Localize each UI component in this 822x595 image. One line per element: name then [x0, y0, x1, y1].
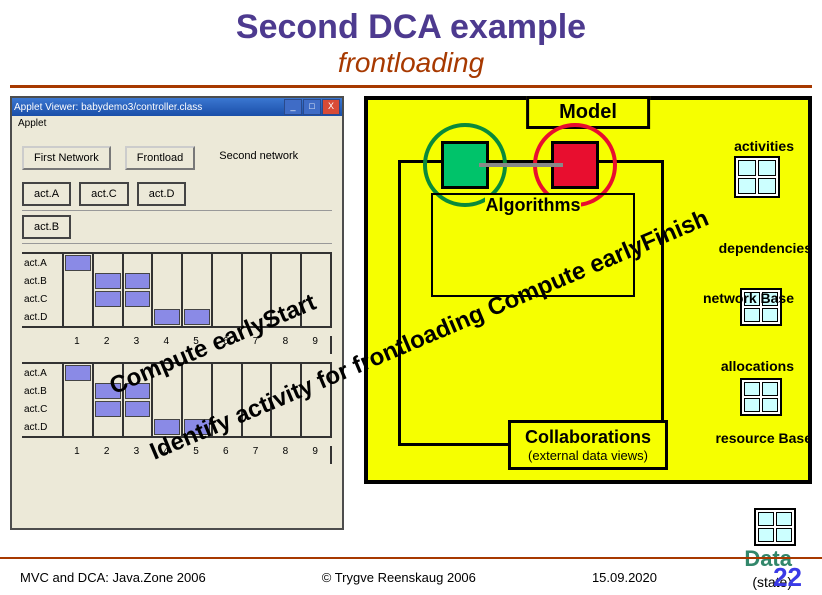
connector-line	[479, 163, 563, 167]
footer: MVC and DCA: Java.Zone 2006 © Trygve Ree…	[0, 557, 822, 595]
menu-item-applet[interactable]: Applet	[18, 118, 46, 132]
network-base-label: network Base	[703, 290, 794, 306]
maximize-icon[interactable]: □	[303, 99, 321, 115]
applet-menubar[interactable]: Applet	[12, 116, 342, 134]
resource-icon	[754, 508, 796, 546]
footer-date: 15.09.2020	[592, 570, 657, 585]
activity-c[interactable]: act.C	[79, 182, 129, 206]
footer-left: MVC and DCA: Java.Zone 2006	[20, 570, 206, 585]
close-icon[interactable]: X	[322, 99, 340, 115]
applet-titlebar[interactable]: Applet Viewer: babydemo3/controller.clas…	[12, 98, 342, 116]
allocations-icon	[740, 378, 782, 416]
gantt-row: act.B	[22, 272, 332, 290]
activities-icon	[734, 156, 780, 198]
first-network-button[interactable]: First Network	[22, 146, 111, 170]
activity-a[interactable]: act.A	[22, 182, 71, 206]
model-box: Model activities dependencies network Ba…	[364, 96, 812, 484]
page-number: 22	[773, 562, 802, 593]
applet-title: Applet Viewer: babydemo3/controller.clas…	[14, 102, 202, 113]
model-label: Model	[526, 96, 650, 129]
frontload-button[interactable]: Frontload	[125, 146, 195, 170]
activity-b[interactable]: act.B	[22, 215, 71, 239]
activity-d[interactable]: act.D	[137, 182, 187, 206]
resource-base-label: resource Base	[715, 430, 812, 446]
footer-center: © Trygve Reenskaug 2006	[322, 570, 476, 585]
activities-label: activities	[734, 138, 794, 154]
dependencies-label: dependencies	[719, 240, 812, 256]
second-network-button[interactable]: Second network	[209, 146, 308, 170]
page-title: Second DCA example	[0, 8, 822, 47]
minimize-icon[interactable]: _	[284, 99, 302, 115]
page-subtitle: frontloading	[10, 47, 812, 88]
allocations-label: allocations	[721, 358, 794, 374]
collaborations-box: Collaborations (external data views)	[508, 420, 668, 470]
gantt-row: act.A	[22, 254, 332, 272]
